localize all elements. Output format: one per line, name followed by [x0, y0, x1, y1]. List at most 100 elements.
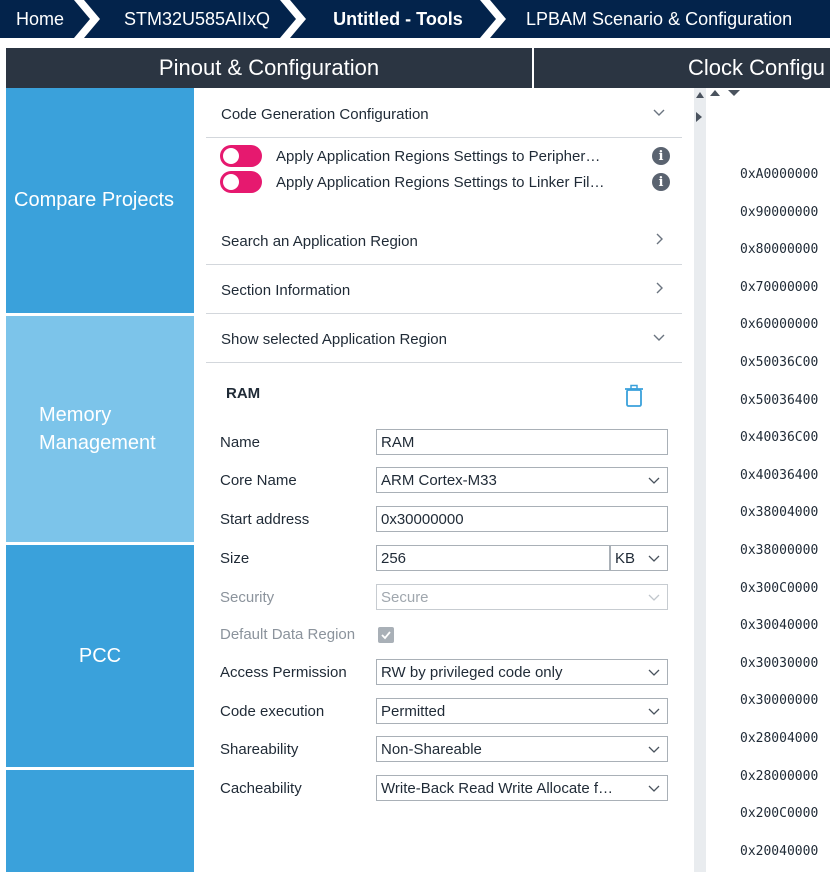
nav-memory-management[interactable]: Memory Management	[6, 316, 194, 542]
chevron-down-icon	[648, 708, 660, 715]
chevron-down-icon	[648, 669, 660, 676]
size-label: Size	[220, 550, 250, 567]
size-field[interactable]: 256	[376, 545, 610, 571]
chevron-down-icon	[653, 109, 665, 116]
toggle-row-linker: Apply Application Regions Settings to Li…	[220, 170, 670, 194]
nav-memory-label-line1: Memory	[39, 404, 112, 426]
name-field[interactable]: RAM	[376, 429, 668, 455]
memory-address-label: 0x38004000	[740, 505, 819, 521]
trash-icon[interactable]	[624, 384, 644, 408]
toggle-row-peripherals: Apply Application Regions Settings to Pe…	[220, 144, 670, 168]
nav-compare-projects-label: Compare Projects	[14, 189, 175, 211]
code-execution-select[interactable]: Permitted	[376, 698, 668, 724]
cacheability-select[interactable]: Write-Back Read Write Allocate f…	[376, 775, 668, 801]
start-address-label: Start address	[220, 511, 310, 528]
access-permission-value: RW by privileged code only	[381, 663, 563, 681]
memory-address-label: 0x80000000	[740, 242, 819, 258]
nav-memory-label-line2: Management	[39, 432, 156, 454]
code-execution-label: Code execution	[220, 703, 325, 720]
memory-address-label: 0x28004000	[740, 731, 819, 746]
size-value: 256	[381, 549, 407, 567]
breadcrumb-device[interactable]: STM32U585AIIxQ	[84, 0, 296, 38]
core-name-select[interactable]: ARM Cortex-M33	[376, 467, 668, 493]
region-title: RAM	[226, 385, 261, 402]
memory-address-label: 0x38000000	[740, 543, 819, 558]
breadcrumb-scenario[interactable]: LPBAM Scenario & Configuration	[490, 0, 830, 38]
chevron-down-icon	[648, 555, 660, 562]
memory-address-label: 0x200C0000	[740, 806, 819, 822]
shareability-value: Non-Shareable	[381, 740, 482, 758]
memory-address-label: 0x50036C00	[740, 355, 819, 370]
check-icon	[381, 631, 391, 640]
name-value: RAM	[381, 433, 415, 451]
nav-compare-projects[interactable]: Compare Projects	[6, 88, 194, 313]
memory-address-label: 0x28000000	[740, 768, 819, 784]
size-unit-value: KB	[615, 549, 636, 567]
section-section-information[interactable]: Section Information	[206, 268, 682, 314]
cacheability-value: Write-Back Read Write Allocate f…	[381, 779, 614, 797]
memory-address-label: 0x40036400	[740, 467, 819, 483]
core-name-value: ARM Cortex-M33	[381, 471, 497, 489]
chevron-down-icon	[648, 594, 660, 601]
info-icon[interactable]: i	[652, 173, 670, 191]
breadcrumb-home[interactable]: Home	[0, 0, 90, 38]
memory-address-label: 0x60000000	[740, 317, 819, 333]
memory-address-label: 0x40036C00	[740, 430, 819, 446]
memory-address-label: 0x300C0000	[740, 580, 819, 596]
nav-memory-management-label: Memory Management	[39, 401, 156, 457]
size-unit-select[interactable]: KB	[610, 545, 668, 571]
chevron-down-icon	[653, 334, 665, 341]
info-icon[interactable]: i	[652, 147, 670, 165]
nav-pcc-label: PCC	[78, 644, 122, 667]
default-data-region-label: Default Data Region	[220, 626, 356, 643]
tab-pinout-configuration[interactable]: Pinout & Configuration	[6, 48, 532, 88]
security-value: Secure	[381, 588, 429, 606]
section-search-region[interactable]: Search an Application Region	[206, 219, 682, 265]
nav-pcc[interactable]: PCC	[6, 545, 194, 767]
security-label: Security	[220, 589, 275, 606]
cacheability-label: Cacheability	[220, 780, 302, 797]
nav-empty-item[interactable]	[6, 770, 194, 872]
apply-peripherals-toggle[interactable]	[220, 145, 262, 167]
section-show-selected-region[interactable]: Show selected Application Region	[206, 317, 682, 363]
chevron-down-icon	[648, 477, 660, 484]
core-name-label: Core Name	[220, 472, 297, 489]
name-label: Name	[220, 434, 261, 451]
security-select: Secure	[376, 584, 668, 610]
main-tabs: Pinout & Configuration Clock Configu	[0, 48, 830, 88]
section-section-information-title: Section Information	[221, 282, 351, 299]
section-code-generation-title: Code Generation Configuration	[221, 106, 429, 123]
memory-address-label: 0x30040000	[740, 618, 819, 634]
chevron-right-icon	[656, 282, 663, 294]
memory-address-label: 0xA0000000	[740, 167, 819, 182]
shareability-select[interactable]: Non-Shareable	[376, 736, 668, 762]
memory-address-label: 0x90000000	[740, 204, 819, 220]
code-execution-value: Permitted	[381, 702, 446, 720]
apply-linker-label: Apply Application Regions Settings to Li…	[276, 173, 605, 191]
apply-peripherals-label: Apply Application Regions Settings to Pe…	[276, 147, 601, 165]
memory-address-label: 0x70000000	[740, 279, 819, 295]
breadcrumb: Home STM32U585AIIxQ Untitled - Tools LPB…	[0, 0, 830, 38]
section-show-selected-region-title: Show selected Application Region	[221, 331, 447, 348]
memory-address-label: 0x30000000	[740, 693, 819, 709]
memory-address-label: 0x50036400	[740, 392, 819, 408]
memory-address-label: 0x20040000	[740, 843, 819, 859]
access-permission-label: Access Permission	[220, 664, 347, 681]
collapse-arrows-icon[interactable]	[694, 88, 706, 128]
breadcrumb-project[interactable]: Untitled - Tools	[290, 0, 496, 38]
chevron-down-icon	[648, 785, 660, 792]
start-address-value: 0x30000000	[381, 510, 464, 528]
apply-linker-toggle[interactable]	[220, 171, 262, 193]
section-search-region-title: Search an Application Region	[221, 233, 418, 250]
default-data-region-checkbox[interactable]	[378, 627, 394, 643]
start-address-field[interactable]: 0x30000000	[376, 506, 668, 532]
chevron-right-icon	[656, 233, 663, 245]
tab-clock-configuration[interactable]: Clock Configu	[534, 48, 830, 88]
shareability-label: Shareability	[220, 741, 299, 758]
memory-address-label: 0x30030000	[740, 655, 819, 671]
panel-splitter[interactable]	[694, 88, 706, 872]
access-permission-select[interactable]: RW by privileged code only	[376, 659, 668, 685]
section-code-generation[interactable]: Code Generation Configuration	[206, 92, 682, 138]
scroll-arrows-icon[interactable]	[706, 88, 754, 98]
chevron-down-icon	[648, 746, 660, 753]
